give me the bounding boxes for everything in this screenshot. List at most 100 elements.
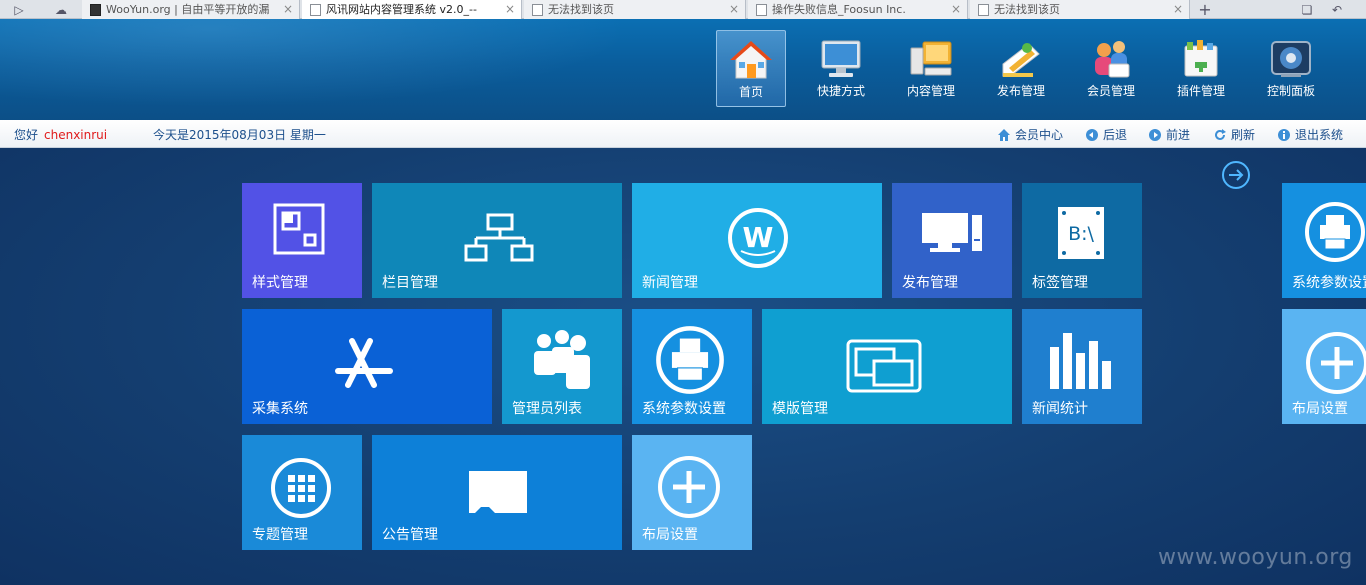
browser-tab[interactable]: 无法找到该页 ×: [524, 0, 746, 19]
tile-label: 系统参数设置: [1292, 275, 1366, 291]
plus-circle-icon: [1306, 332, 1366, 394]
nav-home[interactable]: 首页: [716, 30, 786, 107]
svg-text:B:\: B:\: [1068, 223, 1094, 245]
close-tab-icon[interactable]: ×: [729, 0, 739, 19]
dashboard-area: 样式管理 栏目管理 W 新闻管理 发布管理 B:\ 标签管理 系统参数设 采集系…: [0, 148, 1366, 585]
nav-shortcuts[interactable]: 快捷方式: [806, 30, 876, 107]
plus-circle-icon: [658, 456, 720, 518]
printer-icon: [656, 326, 724, 394]
nav-label: 快捷方式: [816, 84, 865, 98]
nav-label: 会员管理: [1086, 84, 1135, 98]
favicon-icon: [532, 4, 543, 16]
forward-icon: [1149, 128, 1161, 141]
nav-plugins[interactable]: 插件管理: [1166, 30, 1236, 107]
tile-collect-system[interactable]: 采集系统: [242, 309, 492, 424]
svg-text:W: W: [743, 221, 774, 254]
close-tab-icon[interactable]: ×: [1173, 0, 1183, 19]
tile-admin-list[interactable]: 管理员列表: [502, 309, 622, 424]
tile-label: 新闻统计: [1032, 401, 1088, 417]
home-small-icon: [998, 128, 1010, 141]
tile-layout-settings[interactable]: 布局设置: [1282, 309, 1366, 424]
cloud-icon[interactable]: ☁: [50, 0, 72, 19]
control-panel-icon: [1271, 41, 1311, 77]
link-label: 会员中心: [1015, 128, 1064, 142]
tile-label: 专题管理: [252, 527, 308, 543]
favicon-icon: [90, 4, 101, 16]
tile-label: 栏目管理: [382, 275, 438, 291]
restore-icon[interactable]: ❏: [1296, 0, 1318, 19]
tile-system-params[interactable]: 系统参数设置: [1282, 183, 1366, 298]
home-icon: [730, 41, 772, 79]
forward-link[interactable]: 前进: [1148, 126, 1190, 143]
sdcard-icon: [469, 471, 527, 513]
tab-title: 无法找到该页: [548, 3, 614, 16]
tile-system-params-2[interactable]: 系统参数设置: [632, 309, 752, 424]
link-label: 后退: [1103, 128, 1128, 142]
tile-template-manage[interactable]: 模版管理: [762, 309, 1012, 424]
tile-label: 公告管理: [382, 527, 438, 543]
back-link[interactable]: 后退: [1085, 126, 1127, 143]
tile-label: 布局设置: [642, 527, 698, 543]
tab-title: 风讯网站内容管理系统 v2.0_--: [326, 3, 477, 16]
tile-style-manage[interactable]: 样式管理: [242, 183, 362, 298]
browser-tab[interactable]: WooYun.org | 自由平等开放的漏 ×: [82, 0, 300, 19]
greeting: 您好 chenxinrui: [14, 126, 107, 143]
current-date: 今天是2015年08月03日 星期一: [153, 128, 326, 142]
tile-tag-manage[interactable]: B:\ 标签管理: [1022, 183, 1142, 298]
tile-label: 系统参数设置: [642, 401, 726, 417]
status-bar: 您好 chenxinrui 今天是2015年08月03日 星期一 会员中心 后退 …: [0, 120, 1366, 148]
plugin-icon: [1184, 40, 1218, 77]
nav-members[interactable]: 会员管理: [1076, 30, 1146, 107]
tab-title: 操作失败信息_Foosun Inc.: [772, 3, 906, 16]
computer-icon: [910, 41, 952, 76]
bar-chart-icon: [1050, 333, 1111, 389]
undo-icon[interactable]: ↶: [1326, 0, 1348, 19]
printer-icon: [1305, 202, 1365, 262]
nav-content[interactable]: 内容管理: [896, 30, 966, 107]
greeting-text: 您好: [14, 128, 39, 142]
refresh-link[interactable]: 刷新: [1213, 126, 1255, 143]
grid-circle-icon: [271, 458, 331, 518]
link-label: 刷新: [1231, 128, 1256, 142]
arrow-right-circle-icon[interactable]: [1221, 160, 1251, 190]
nav-publish[interactable]: 发布管理: [986, 30, 1056, 107]
close-tab-icon[interactable]: ×: [283, 0, 293, 19]
browser-tab-active[interactable]: 风讯网站内容管理系统 v2.0_-- ×: [302, 0, 522, 19]
nav-control-panel[interactable]: 控制面板: [1256, 30, 1326, 107]
admins-icon: [534, 330, 590, 389]
tile-layout-settings-2[interactable]: 布局设置: [632, 435, 752, 550]
member-center-link[interactable]: 会员中心: [997, 126, 1063, 143]
tag-bat-icon: B:\: [1058, 207, 1104, 259]
browser-tab-strip: ▷ ☁ WooYun.org | 自由平等开放的漏 × 风讯网站内容管理系统 v…: [0, 0, 1366, 19]
favicon-icon: [978, 4, 989, 16]
tile-topic-manage[interactable]: 专题管理: [242, 435, 362, 550]
back-icon: [1086, 128, 1098, 141]
browser-tab[interactable]: 操作失败信息_Foosun Inc. ×: [748, 0, 968, 19]
tile-news-manage[interactable]: W 新闻管理: [632, 183, 882, 298]
app-header: 首页 快捷方式 内容管理 发布管理 会员管理 插件管理 控制面板: [0, 19, 1366, 120]
tile-column-manage[interactable]: 栏目管理: [372, 183, 622, 298]
users-icon: [1095, 41, 1130, 78]
info-icon: [1278, 128, 1290, 141]
sidebar-toggle-icon[interactable]: ▷: [8, 0, 30, 19]
tile-announcement-manage[interactable]: 公告管理: [372, 435, 622, 550]
favicon-icon: [756, 4, 767, 16]
tile-publish-manage[interactable]: 发布管理: [892, 183, 1012, 298]
close-tab-icon[interactable]: ×: [505, 0, 515, 19]
logout-link[interactable]: 退出系统: [1277, 126, 1343, 143]
new-tab-button[interactable]: +: [1194, 0, 1216, 19]
nav-label: 发布管理: [996, 84, 1045, 98]
nav-label: 插件管理: [1176, 84, 1225, 98]
tab-title: WooYun.org | 自由平等开放的漏: [106, 3, 270, 16]
appstore-icon: [335, 338, 393, 388]
watermark-text: www.wooyun.org: [1158, 545, 1353, 570]
browser-tab[interactable]: 无法找到该页 ×: [970, 0, 1190, 19]
favicon-icon: [310, 4, 321, 16]
tile-label: 采集系统: [252, 401, 308, 417]
sitemap-icon: [464, 213, 534, 262]
pencil-icon: [1002, 43, 1040, 77]
close-tab-icon[interactable]: ×: [951, 0, 961, 19]
username[interactable]: chenxinrui: [44, 128, 107, 142]
tile-news-stats[interactable]: 新闻统计: [1022, 309, 1142, 424]
link-label: 退出系统: [1295, 128, 1344, 142]
